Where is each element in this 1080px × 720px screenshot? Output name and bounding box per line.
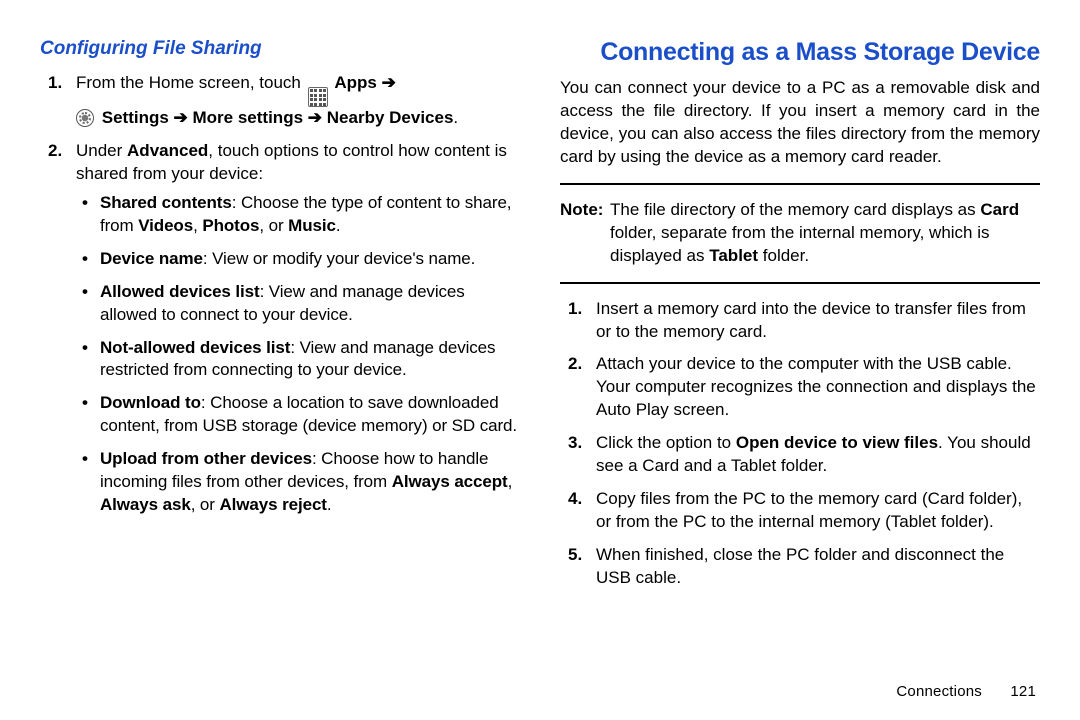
arrow-icon: ➔ (308, 108, 322, 127)
open-device-label: Open device to view files (736, 433, 938, 452)
right-step-1: 1. Insert a memory card into the device … (568, 298, 1040, 344)
note-text: The file directory of the memory card di… (610, 200, 980, 219)
left-steps: 1. From the Home screen, touch Apps ➔ Se… (48, 72, 520, 517)
note-text: folder. (758, 246, 809, 265)
step2-lead: Under (76, 141, 127, 160)
left-step-1: 1. From the Home screen, touch Apps ➔ Se… (48, 72, 520, 130)
photos-label: Photos (202, 216, 259, 235)
nearby-devices-label: Nearby Devices (327, 108, 454, 127)
sep: , or (259, 216, 288, 235)
music-label: Music (288, 216, 336, 235)
sep: , or (191, 495, 220, 514)
apps-grid-icon (308, 87, 328, 107)
sep: , (508, 472, 513, 491)
right-step-4: 4. Copy files from the PC to the memory … (568, 488, 1040, 534)
settings-label: Settings (102, 108, 169, 127)
period: . (453, 108, 458, 127)
note-label: Note: (560, 199, 603, 222)
bullet-bold: Download to (100, 393, 201, 412)
step1-lead: From the Home screen, touch (76, 73, 301, 92)
more-settings-label: More settings (193, 108, 304, 127)
bullet-upload-from: Upload from other devices: Choose how to… (82, 448, 520, 517)
sep: , (193, 216, 202, 235)
bullet-allowed-devices: Allowed devices list: View and manage de… (82, 281, 520, 327)
videos-label: Videos (138, 216, 193, 235)
bullet-bold: Device name (100, 249, 203, 268)
page-number: 121 (1010, 683, 1036, 700)
bullet-bold: Allowed devices list (100, 282, 260, 301)
bullet-text: : View or modify your device's name. (203, 249, 475, 268)
step-marker: 4. (568, 488, 582, 511)
divider (560, 282, 1040, 284)
arrow-icon: ➔ (174, 108, 188, 127)
step-marker: 1. (48, 72, 62, 95)
heading-mass-storage: Connecting as a Mass Storage Device (560, 38, 1040, 67)
step-marker: 3. (568, 432, 582, 455)
section-label: Connections (896, 683, 982, 700)
note-block: Note: The file directory of the memory c… (560, 199, 1040, 268)
bullet-download-to: Download to: Choose a location to save d… (82, 392, 520, 438)
step-text: Copy files from the PC to the memory car… (596, 489, 1022, 531)
subheading-configuring: Configuring File Sharing (40, 38, 520, 60)
bullet-shared-contents: Shared contents: Choose the type of cont… (82, 192, 520, 238)
step-text: Click the option to (596, 433, 736, 452)
left-step-2: 2. Under Advanced, touch options to cont… (48, 140, 520, 517)
intro-paragraph: You can connect your device to a PC as a… (560, 77, 1040, 169)
step-marker: 2. (568, 353, 582, 376)
arrow-icon: ➔ (382, 73, 396, 92)
apps-label: Apps (334, 73, 377, 92)
bullet-bold: Not-allowed devices list (100, 338, 290, 357)
end: . (336, 216, 341, 235)
right-column: Connecting as a Mass Storage Device You … (560, 38, 1040, 600)
divider (560, 183, 1040, 185)
always-ask: Always ask (100, 495, 191, 514)
always-accept: Always accept (392, 472, 508, 491)
step-marker: 5. (568, 544, 582, 567)
right-step-3: 3. Click the option to Open device to vi… (568, 432, 1040, 478)
step-text: When finished, close the PC folder and d… (596, 545, 1004, 587)
end: . (327, 495, 332, 514)
bullet-not-allowed-devices: Not-allowed devices list: View and manag… (82, 337, 520, 383)
bullet-bold: Shared contents (100, 193, 232, 212)
page-footer: Connections 121 (896, 683, 1036, 700)
page-columns: Configuring File Sharing 1. From the Hom… (40, 38, 1040, 600)
step-marker: 1. (568, 298, 582, 321)
left-column: Configuring File Sharing 1. From the Hom… (40, 38, 520, 600)
bullet-bold: Upload from other devices (100, 449, 312, 468)
tablet-label: Tablet (709, 246, 758, 265)
left-bullets: Shared contents: Choose the type of cont… (82, 192, 520, 517)
step-text: Attach your device to the computer with … (596, 354, 1036, 419)
right-steps: 1. Insert a memory card into the device … (568, 298, 1040, 590)
bullet-device-name: Device name: View or modify your device'… (82, 248, 520, 271)
card-label: Card (980, 200, 1019, 219)
right-step-2: 2. Attach your device to the computer wi… (568, 353, 1040, 422)
gear-icon (76, 109, 94, 127)
step-marker: 2. (48, 140, 62, 163)
right-step-5: 5. When finished, close the PC folder an… (568, 544, 1040, 590)
advanced-label: Advanced (127, 141, 208, 160)
step-text: Insert a memory card into the device to … (596, 299, 1026, 341)
always-reject: Always reject (219, 495, 326, 514)
